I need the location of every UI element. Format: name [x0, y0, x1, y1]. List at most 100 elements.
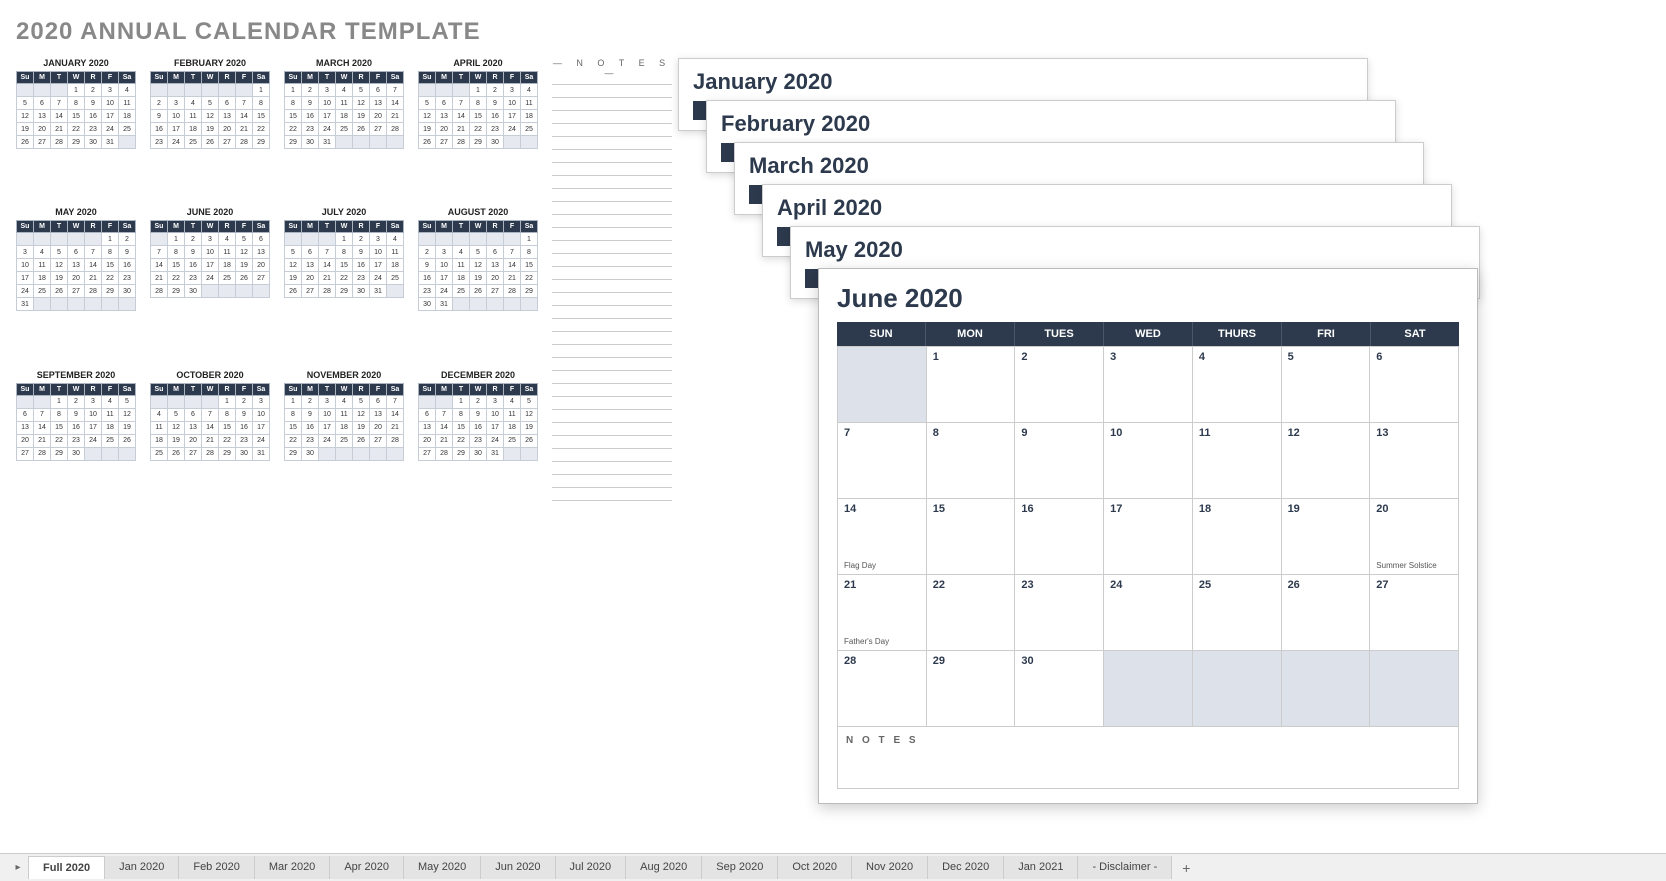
sheet-tab[interactable]: Full 2020 — [28, 856, 105, 879]
tab-nav-prev[interactable]: ▸ — [8, 858, 28, 878]
front-day-cell[interactable]: 30 — [1015, 651, 1104, 727]
notes-line[interactable] — [552, 423, 672, 436]
sheet-tab[interactable]: - Disclaimer - — [1078, 856, 1172, 879]
front-day-cell[interactable]: 8 — [927, 423, 1016, 499]
event-label: Flag Day — [844, 561, 876, 570]
front-day-cell[interactable]: 19 — [1282, 499, 1371, 575]
notes-line[interactable] — [552, 241, 672, 254]
front-day-cell[interactable] — [1104, 651, 1193, 727]
sheet-tab[interactable]: Nov 2020 — [852, 856, 928, 879]
front-day-cell[interactable]: 9 — [1015, 423, 1104, 499]
front-day-cell[interactable]: 15 — [927, 499, 1016, 575]
front-day-cell[interactable]: 29 — [927, 651, 1016, 727]
front-day-cell[interactable]: 1 — [927, 347, 1016, 423]
notes-line[interactable] — [552, 358, 672, 371]
notes-line[interactable] — [552, 319, 672, 332]
mini-day-header: W — [470, 383, 487, 395]
front-day-cell[interactable]: 3 — [1104, 347, 1193, 423]
front-day-cell[interactable]: 17 — [1104, 499, 1193, 575]
front-day-cell[interactable]: 5 — [1282, 347, 1371, 423]
sheet-tab[interactable]: Jan 2021 — [1004, 856, 1078, 879]
mini-day-cell: 31 — [319, 136, 336, 149]
front-day-cell[interactable]: 25 — [1193, 575, 1282, 651]
sheet-tab[interactable]: Feb 2020 — [179, 856, 254, 879]
tab-add-button[interactable]: + — [1172, 856, 1200, 880]
mini-day-cell — [168, 84, 185, 97]
notes-line[interactable] — [552, 189, 672, 202]
front-day-cell[interactable]: 13 — [1370, 423, 1459, 499]
notes-line[interactable] — [552, 163, 672, 176]
mini-day-cell: 3 — [319, 84, 336, 97]
mini-day-cell — [319, 447, 336, 460]
front-notes-area[interactable]: N O T E S — [837, 727, 1459, 789]
sheet-tab[interactable]: Sep 2020 — [702, 856, 778, 879]
notes-line[interactable] — [552, 215, 672, 228]
front-day-cell[interactable]: 7 — [838, 423, 927, 499]
notes-line[interactable] — [552, 293, 672, 306]
front-day-cell[interactable]: 14Flag Day — [838, 499, 927, 575]
front-day-cell[interactable]: 18 — [1193, 499, 1282, 575]
front-day-cell[interactable]: 26 — [1282, 575, 1371, 651]
mini-day-cell — [521, 136, 538, 149]
notes-line[interactable] — [552, 397, 672, 410]
sheet-tab[interactable]: Jan 2020 — [105, 856, 179, 879]
notes-line[interactable] — [552, 449, 672, 462]
mini-month: JULY 2020SuMTWRFSa1234567891011121314151… — [284, 207, 404, 351]
mini-day-cell: 22 — [285, 434, 302, 447]
notes-line[interactable] — [552, 436, 672, 449]
front-day-cell[interactable]: 24 — [1104, 575, 1193, 651]
sheet-tab[interactable]: Jul 2020 — [556, 856, 627, 879]
notes-line[interactable] — [552, 345, 672, 358]
mini-day-cell: 25 — [336, 434, 353, 447]
front-day-cell[interactable]: 20Summer Solstice — [1370, 499, 1459, 575]
notes-line[interactable] — [552, 111, 672, 124]
front-day-cell[interactable] — [1282, 651, 1371, 727]
notes-line[interactable] — [552, 228, 672, 241]
front-day-cell[interactable]: 4 — [1193, 347, 1282, 423]
front-day-cell[interactable]: 11 — [1193, 423, 1282, 499]
mini-day-header: F — [370, 72, 387, 84]
notes-line[interactable] — [552, 202, 672, 215]
mini-day-cell: 2 — [151, 97, 168, 110]
notes-line[interactable] — [552, 306, 672, 319]
notes-line[interactable] — [552, 150, 672, 163]
notes-line[interactable] — [552, 280, 672, 293]
sheet-tab[interactable]: Aug 2020 — [626, 856, 702, 879]
front-day-cell[interactable]: 28 — [838, 651, 927, 727]
front-day-cell[interactable]: 22 — [927, 575, 1016, 651]
sheet-tab[interactable]: Oct 2020 — [778, 856, 852, 879]
notes-line[interactable] — [552, 267, 672, 280]
front-day-cell[interactable]: 12 — [1282, 423, 1371, 499]
front-day-cell[interactable]: 6 — [1370, 347, 1459, 423]
mini-day-cell: 12 — [202, 110, 219, 123]
mini-day-cell: 29 — [51, 447, 68, 460]
front-day-cell[interactable]: 16 — [1015, 499, 1104, 575]
notes-line[interactable] — [552, 137, 672, 150]
front-day-cell[interactable]: 23 — [1015, 575, 1104, 651]
front-day-cell[interactable] — [838, 347, 927, 423]
front-day-cell[interactable]: 21Father's Day — [838, 575, 927, 651]
notes-line[interactable] — [552, 332, 672, 345]
notes-line[interactable] — [552, 384, 672, 397]
notes-line[interactable] — [552, 410, 672, 423]
front-day-cell[interactable] — [1193, 651, 1282, 727]
notes-line[interactable] — [552, 85, 672, 98]
notes-line[interactable] — [552, 371, 672, 384]
sheet-tab[interactable]: Mar 2020 — [255, 856, 330, 879]
front-day-cell[interactable]: 2 — [1015, 347, 1104, 423]
sheet-tab[interactable]: Jun 2020 — [481, 856, 555, 879]
notes-line[interactable] — [552, 176, 672, 189]
front-day-cell[interactable]: 10 — [1104, 423, 1193, 499]
sheet-tab[interactable]: Dec 2020 — [928, 856, 1004, 879]
notes-line[interactable] — [552, 475, 672, 488]
notes-line[interactable] — [552, 98, 672, 111]
notes-line[interactable] — [552, 254, 672, 267]
mini-day-cell: 14 — [51, 110, 68, 123]
front-day-cell[interactable]: 27 — [1370, 575, 1459, 651]
notes-line[interactable] — [552, 488, 672, 501]
sheet-tab[interactable]: Apr 2020 — [330, 856, 404, 879]
notes-line[interactable] — [552, 462, 672, 475]
front-day-cell[interactable] — [1370, 651, 1459, 727]
sheet-tab[interactable]: May 2020 — [404, 856, 481, 879]
notes-line[interactable] — [552, 124, 672, 137]
